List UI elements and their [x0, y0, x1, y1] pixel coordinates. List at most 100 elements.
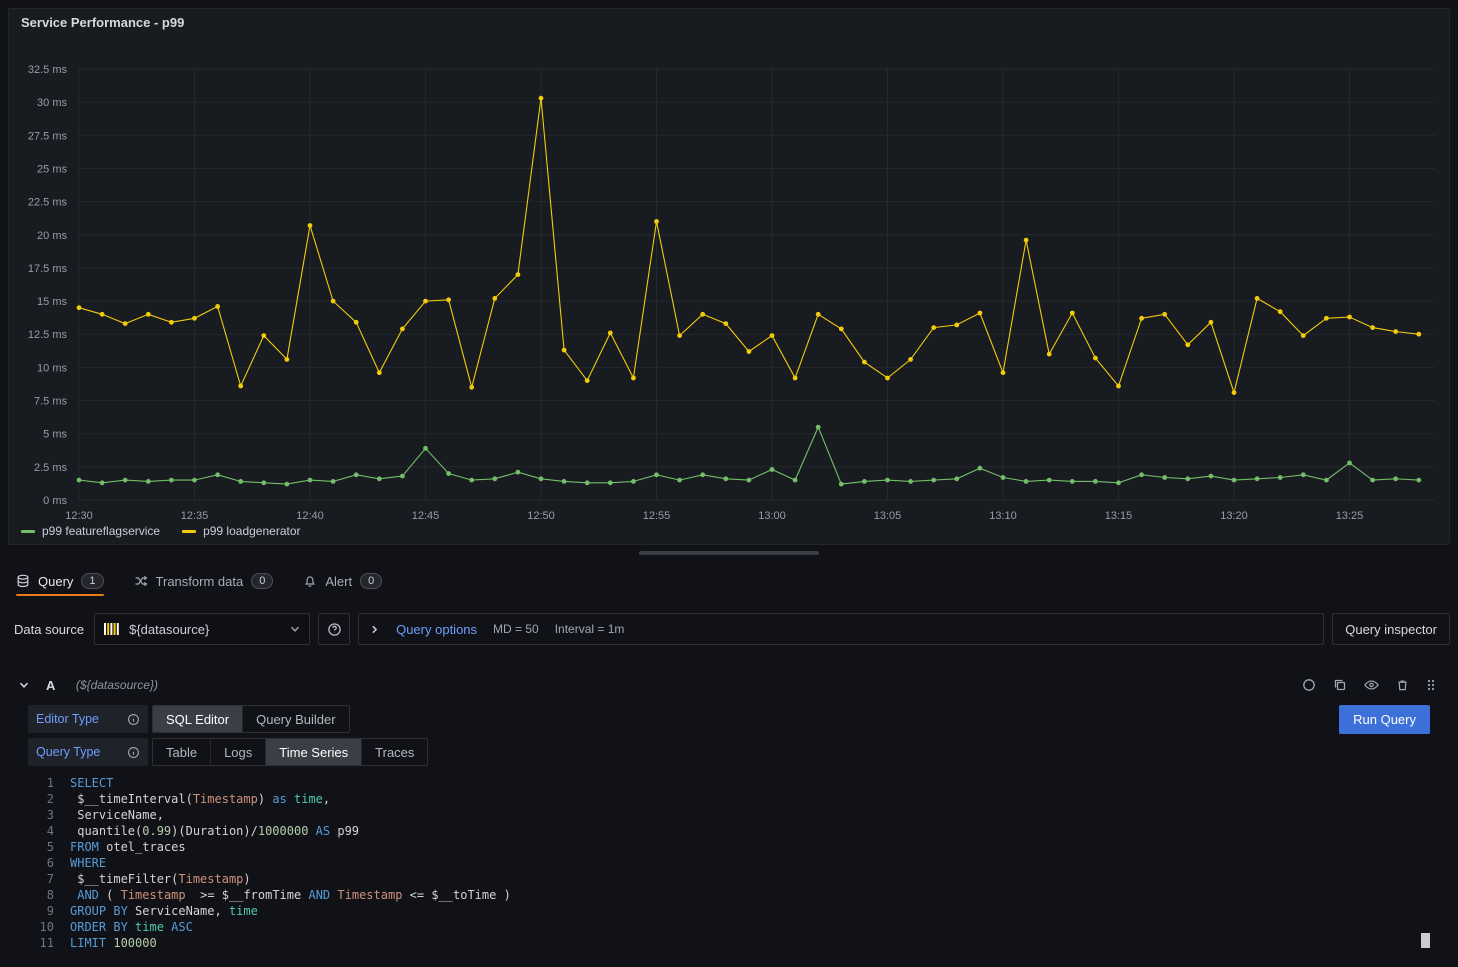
datasource-label: Data source — [14, 622, 84, 637]
info-icon[interactable] — [127, 713, 140, 726]
database-icon — [16, 574, 30, 588]
disable-icon[interactable] — [1302, 678, 1316, 692]
code-line[interactable]: 10ORDER BY time ASC — [8, 919, 1450, 935]
tab-transform-data[interactable]: Transform data 0 — [134, 566, 274, 596]
datasource-picker[interactable]: ${datasource} — [94, 613, 310, 645]
drag-handle-icon[interactable] — [1426, 678, 1436, 692]
line-number: 9 — [8, 903, 70, 919]
svg-text:20 ms: 20 ms — [37, 230, 67, 242]
code-text: $__timeInterval(Timestamp) as time, — [70, 791, 330, 807]
svg-text:0 ms: 0 ms — [43, 495, 67, 507]
query-type-label: Query Type — [28, 738, 148, 766]
query-options-bar[interactable]: Query options MD = 50 Interval = 1m — [358, 613, 1324, 645]
timeseries-chart[interactable]: 0 ms2.5 ms5 ms7.5 ms10 ms12.5 ms15 ms17.… — [9, 37, 1449, 534]
line-number: 6 — [8, 855, 70, 871]
code-line[interactable]: 8 AND ( Timestamp >= $__fromTime AND Tim… — [8, 887, 1450, 903]
code-text: WHERE — [70, 855, 106, 871]
editor-cursor-marker — [1421, 933, 1430, 948]
bell-icon — [303, 574, 317, 588]
line-number: 11 — [8, 935, 70, 951]
code-text: quantile(0.99)(Duration)/1000000 AS p99 — [70, 823, 359, 839]
sql-editor[interactable]: 1SELECT2 $__timeInterval(Timestamp) as t… — [8, 770, 1450, 967]
info-icon[interactable] — [127, 746, 140, 759]
panel-title[interactable]: Service Performance - p99 — [9, 9, 1449, 37]
line-number: 3 — [8, 807, 70, 823]
code-line[interactable]: 7 $__timeFilter(Timestamp) — [8, 871, 1450, 887]
query-type-label-text: Query Type — [36, 745, 100, 759]
run-query-button[interactable]: Run Query — [1339, 705, 1430, 734]
legend-swatch — [182, 530, 196, 533]
code-line[interactable]: 4 quantile(0.99)(Duration)/1000000 AS p9… — [8, 823, 1450, 839]
code-line[interactable]: 2 $__timeInterval(Timestamp) as time, — [8, 791, 1450, 807]
code-text: FROM otel_traces — [70, 839, 186, 855]
query-type-option-traces[interactable]: Traces — [362, 739, 427, 765]
svg-text:13:20: 13:20 — [1220, 510, 1248, 522]
line-number: 4 — [8, 823, 70, 839]
line-number: 8 — [8, 887, 70, 903]
code-text: AND ( Timestamp >= $__fromTime AND Times… — [70, 887, 511, 903]
query-type-option-table[interactable]: Table — [153, 739, 211, 765]
editor-type-option-sql-editor[interactable]: SQL Editor — [153, 706, 243, 732]
panel-resize-handle[interactable] — [639, 551, 819, 555]
tab-count-badge: 1 — [81, 573, 103, 589]
tab-label: Transform data — [156, 574, 244, 589]
chevron-right-icon — [369, 624, 380, 635]
legend-swatch — [21, 530, 35, 533]
tab-alert[interactable]: Alert 0 — [303, 566, 382, 596]
legend-item-p99-loadgenerator[interactable]: p99 loadgenerator — [182, 524, 300, 538]
code-line[interactable]: 1SELECT — [8, 775, 1450, 791]
trash-icon[interactable] — [1396, 678, 1409, 692]
code-text: GROUP BY ServiceName, time — [70, 903, 258, 919]
line-number: 1 — [8, 775, 70, 791]
svg-text:12:55: 12:55 — [643, 510, 671, 522]
svg-text:17.5 ms: 17.5 ms — [28, 263, 68, 275]
svg-text:13:15: 13:15 — [1105, 510, 1133, 522]
legend-label: p99 featureflagservice — [42, 524, 160, 538]
editor-type-label-text: Editor Type — [36, 712, 99, 726]
query-type-group: TableLogsTime SeriesTraces — [152, 738, 428, 766]
query-type-option-logs[interactable]: Logs — [211, 739, 266, 765]
svg-text:32.5 ms: 32.5 ms — [28, 64, 68, 76]
tabs-bar: Query1 Transform data 0 Alert 0 — [16, 566, 382, 596]
legend-item-p99-featureflagservice[interactable]: p99 featureflagservice — [21, 524, 160, 538]
code-line[interactable]: 6WHERE — [8, 855, 1450, 871]
tab-count-badge: 0 — [251, 573, 273, 589]
line-number: 10 — [8, 919, 70, 935]
code-line[interactable]: 11LIMIT 100000 — [8, 935, 1450, 951]
chevron-down-icon — [289, 623, 301, 635]
datasource-help-button[interactable] — [318, 613, 350, 645]
editor-type-option-query-builder[interactable]: Query Builder — [243, 706, 348, 732]
svg-text:12:45: 12:45 — [412, 510, 440, 522]
query-options-interval: Interval = 1m — [555, 622, 625, 636]
query-options-label[interactable]: Query options — [396, 622, 477, 637]
query-type-option-time-series[interactable]: Time Series — [266, 739, 362, 765]
svg-text:15 ms: 15 ms — [37, 296, 67, 308]
tab-query[interactable]: Query1 — [16, 566, 104, 596]
legend-label: p99 loadgenerator — [203, 524, 300, 538]
svg-text:13:10: 13:10 — [989, 510, 1017, 522]
editor-type-row: Editor Type SQL EditorQuery Builder — [28, 705, 350, 733]
collapse-chevron-icon[interactable] — [18, 679, 30, 691]
line-number: 7 — [8, 871, 70, 887]
code-line[interactable]: 3 ServiceName, — [8, 807, 1450, 823]
code-line[interactable]: 5FROM otel_traces — [8, 839, 1450, 855]
tab-count-badge: 0 — [360, 573, 382, 589]
svg-text:30 ms: 30 ms — [37, 97, 67, 109]
question-circle-icon — [327, 622, 342, 637]
svg-text:7.5 ms: 7.5 ms — [34, 396, 68, 408]
svg-text:27.5 ms: 27.5 ms — [28, 130, 68, 142]
datasource-value: ${datasource} — [129, 622, 281, 637]
datasource-logo-icon — [103, 622, 121, 636]
query-inspector-button[interactable]: Query inspector — [1332, 613, 1450, 645]
svg-text:10 ms: 10 ms — [37, 362, 67, 374]
eye-icon[interactable] — [1364, 679, 1379, 691]
svg-text:13:25: 13:25 — [1336, 510, 1364, 522]
query-datasource-hint: (${datasource}) — [76, 678, 158, 692]
code-text: SELECT — [70, 775, 113, 791]
query-toolbar: Data source ${datasource} Query options … — [8, 612, 1450, 646]
copy-icon[interactable] — [1333, 678, 1347, 692]
sql-code-lines: 1SELECT2 $__timeInterval(Timestamp) as t… — [8, 775, 1450, 951]
code-line[interactable]: 9GROUP BY ServiceName, time — [8, 903, 1450, 919]
query-ref-id[interactable]: A — [46, 678, 56, 693]
tab-label: Alert — [325, 574, 352, 589]
